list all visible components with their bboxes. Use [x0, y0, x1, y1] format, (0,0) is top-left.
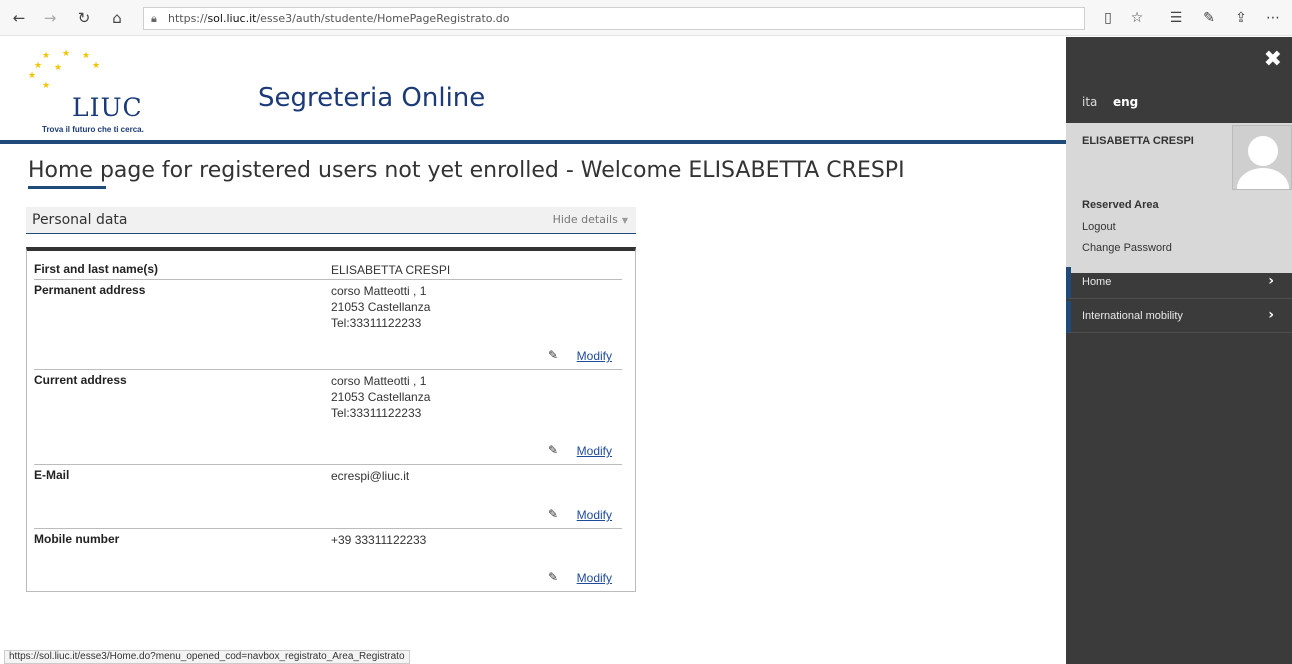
logo-wordmark: LIUC [72, 93, 143, 122]
site-title: Segreteria Online [258, 83, 486, 113]
star-icon: ★ [82, 51, 91, 61]
site-header: ★ ★ ★ ★ ★ ★ ★ ★ LIUC Trova il futuro che… [0, 37, 1066, 141]
table-row-name: First and last name(s) ELISABETTA CRESPI [34, 259, 622, 280]
share-icon[interactable]: ⇪ [1230, 7, 1252, 29]
section-title: Personal data [32, 212, 128, 228]
caret-down-icon: ▼ [621, 216, 628, 225]
edit-icon: ✎ [547, 507, 558, 521]
row-value: +39 33311122233 [331, 533, 427, 547]
favorites-list-icon[interactable]: ☰ [1165, 7, 1187, 29]
header-divider [0, 140, 1066, 144]
edit-icon: ✎ [547, 348, 558, 362]
address-phone: Tel:33311122233 [331, 406, 422, 420]
hide-details-label: Hide details [552, 213, 618, 226]
user-name: ELISABETTA CRESPI [1082, 135, 1194, 147]
row-label: E-Mail [34, 468, 70, 482]
back-icon[interactable]: ← [8, 7, 30, 29]
star-icon: ★ [92, 61, 101, 71]
row-value: ecrespi@liuc.it [331, 469, 410, 483]
star-icon: ★ [62, 49, 71, 59]
personal-data-table: First and last name(s) ELISABETTA CRESPI… [26, 247, 636, 592]
address-city: 21053 Castellanza [331, 300, 431, 314]
star-icon: ★ [28, 71, 37, 81]
address-street: corso Matteotti , 1 [331, 284, 427, 298]
menu-item-home[interactable]: Home › [1066, 267, 1292, 299]
avatar [1232, 125, 1292, 190]
star-icon: ★ [54, 63, 63, 73]
home-icon[interactable]: ⌂ [106, 7, 128, 29]
avatar-body [1237, 168, 1289, 189]
row-label: First and last name(s) [34, 262, 159, 276]
lock-icon: 🔒︎ [151, 12, 157, 25]
liuc-logo[interactable]: ★ ★ ★ ★ ★ ★ ★ ★ LIUC Trova il futuro che… [22, 49, 152, 136]
row-label: Current address [34, 373, 127, 387]
row-label: Permanent address [34, 283, 146, 297]
address-phone: Tel:33311122233 [331, 316, 422, 330]
row-value: ELISABETTA CRESPI [331, 263, 451, 277]
address-city: 21053 Castellanza [331, 390, 431, 404]
refresh-icon[interactable]: ↻ [73, 7, 95, 29]
star-icon: ★ [34, 61, 43, 71]
url-prefix: https:// [168, 12, 208, 25]
star-icon: ★ [42, 51, 51, 61]
personal-data-header: Personal data Hide details ▼ [26, 207, 636, 234]
row-label: Mobile number [34, 532, 120, 546]
url-path: /esse3/auth/studente/HomePageRegistrato.… [256, 12, 510, 25]
browser-status-bar: https://sol.liuc.it/esse3/Home.do?menu_o… [4, 650, 410, 664]
edit-icon: ✎ [547, 443, 558, 457]
more-icon[interactable]: ⋯ [1262, 7, 1284, 29]
menu-label: Home [1082, 276, 1112, 288]
star-icon: ★ [42, 81, 51, 91]
favorite-star-icon[interactable]: ☆ [1126, 7, 1148, 29]
table-row-email: E-Mail ecrespi@liuc.it ✎ Modify [34, 465, 622, 529]
forward-icon[interactable]: → [39, 7, 61, 29]
change-password-link[interactable]: Change Password [1082, 242, 1172, 254]
edit-icon: ✎ [547, 570, 558, 584]
menu-item-international-mobility[interactable]: International mobility › [1066, 301, 1292, 333]
modify-permanent-address-link[interactable]: Modify [577, 349, 612, 363]
page-title: Home page for registered users not yet e… [28, 158, 905, 183]
reading-view-icon[interactable]: ▯ [1097, 7, 1119, 29]
logout-link[interactable]: Logout [1082, 221, 1116, 233]
avatar-head [1248, 136, 1278, 166]
browser-toolbar: ← → ↻ ⌂ 🔒︎ https://sol.liuc.it/esse3/aut… [0, 0, 1292, 36]
row-value: corso Matteotti , 1 21053 Castellanza Te… [331, 373, 430, 421]
table-row-mobile: Mobile number +39 33311122233 ✎ Modify [34, 529, 622, 591]
table-row-permanent-address: Permanent address corso Matteotti , 1 21… [34, 280, 622, 370]
title-underline [28, 186, 106, 189]
modify-current-address-link[interactable]: Modify [577, 444, 612, 458]
menu-label: International mobility [1082, 310, 1183, 322]
address-bar[interactable]: 🔒︎ https://sol.liuc.it/esse3/auth/studen… [143, 7, 1085, 30]
logo-tagline: Trova il futuro che ti cerca. [42, 125, 144, 134]
address-street: corso Matteotti , 1 [331, 374, 427, 388]
user-box: ELISABETTA CRESPI Reserved Area Logout C… [1066, 123, 1292, 273]
side-panel: ✖ ita eng ELISABETTA CRESPI Reserved Are… [1066, 37, 1292, 664]
url-domain: sol.liuc.it [207, 12, 257, 25]
hide-details-toggle[interactable]: Hide details ▼ [553, 213, 628, 226]
modify-mobile-link[interactable]: Modify [577, 571, 612, 585]
row-value: corso Matteotti , 1 21053 Castellanza Te… [331, 283, 430, 331]
chevron-right-icon: › [1268, 307, 1274, 323]
modify-email-link[interactable]: Modify [577, 508, 612, 522]
chevron-right-icon: › [1268, 273, 1274, 289]
close-icon[interactable]: ✖ [1264, 47, 1282, 72]
lang-ita-link[interactable]: ita [1082, 95, 1097, 109]
lang-eng-link[interactable]: eng [1113, 95, 1138, 109]
reserved-area-heading: Reserved Area [1082, 199, 1159, 211]
pen-icon[interactable]: ✎ [1198, 7, 1220, 29]
table-row-current-address: Current address corso Matteotti , 1 2105… [34, 370, 622, 465]
